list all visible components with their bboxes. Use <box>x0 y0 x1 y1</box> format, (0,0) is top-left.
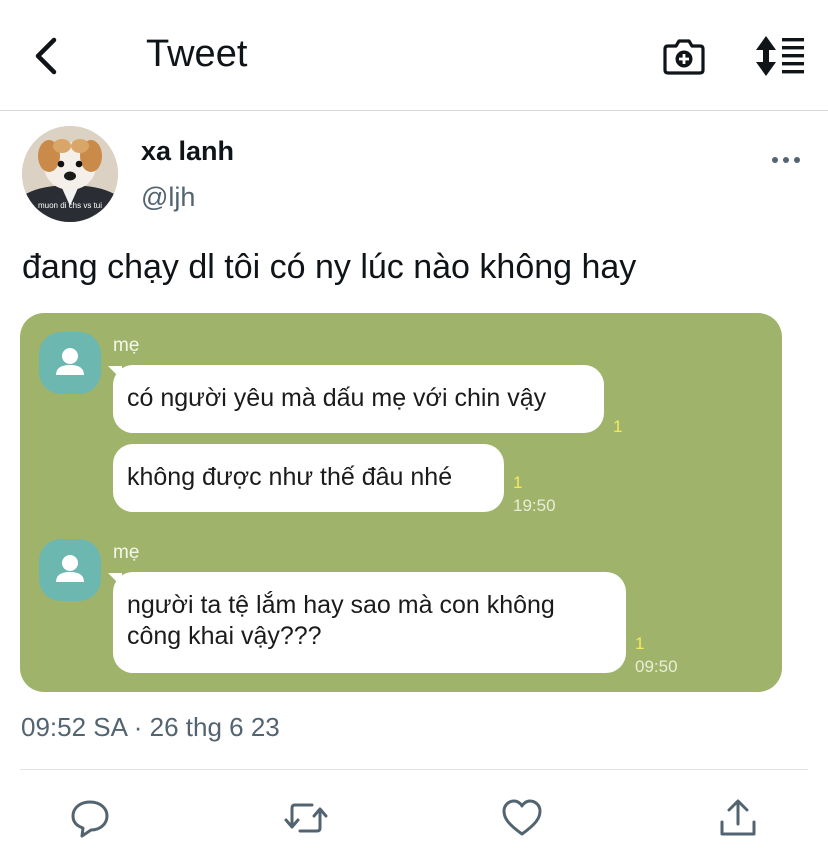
read-count: 1 <box>513 473 523 492</box>
chevron-left-icon[interactable] <box>28 34 68 78</box>
message-bubble[interactable]: không được như thế đâu nhé <box>113 444 504 512</box>
sort-list-icon[interactable] <box>752 34 808 78</box>
tweet-timestamp: 09:52 SA · 26 thg 6 23 <box>21 712 280 742</box>
tweet-media-chat-screenshot[interactable]: mẹ có người yêu mà dấu mẹ với chin vậy 1… <box>20 313 782 692</box>
like-icon[interactable] <box>500 796 544 840</box>
read-count: 1 <box>613 417 623 436</box>
message-bubble[interactable]: có người yêu mà dấu mẹ với chin vậy <box>113 365 604 433</box>
user-silhouette-icon <box>56 555 84 582</box>
retweet-icon[interactable] <box>284 796 328 840</box>
avatar-caption: muon di chs vs tui <box>37 201 103 210</box>
divider <box>20 769 808 770</box>
chat-avatar <box>39 539 101 601</box>
user-silhouette-icon <box>56 348 84 375</box>
sender-name: mẹ <box>113 335 140 356</box>
top-bar: Tweet <box>0 0 828 111</box>
chat-avatar <box>39 332 101 394</box>
sender-name: mẹ <box>113 542 140 563</box>
reply-icon[interactable] <box>68 796 112 840</box>
author-name[interactable]: xa lanh <box>141 136 234 167</box>
message-bubble[interactable]: người ta tệ lắm hay sao mà con không côn… <box>113 572 626 673</box>
message-time: 19:50 <box>513 496 556 515</box>
camera-plus-icon[interactable] <box>662 34 706 78</box>
message-time: 09:50 <box>635 657 678 676</box>
avatar[interactable]: muon di chs vs tui <box>22 126 118 222</box>
tweet-text: đang chạy dl tôi có ny lúc nào không hay <box>22 248 637 286</box>
share-icon[interactable] <box>716 796 760 840</box>
read-count: 1 <box>635 634 645 653</box>
more-options-icon[interactable] <box>770 150 802 170</box>
author-handle[interactable]: @ljh <box>141 182 195 213</box>
page-title: Tweet <box>146 33 248 75</box>
